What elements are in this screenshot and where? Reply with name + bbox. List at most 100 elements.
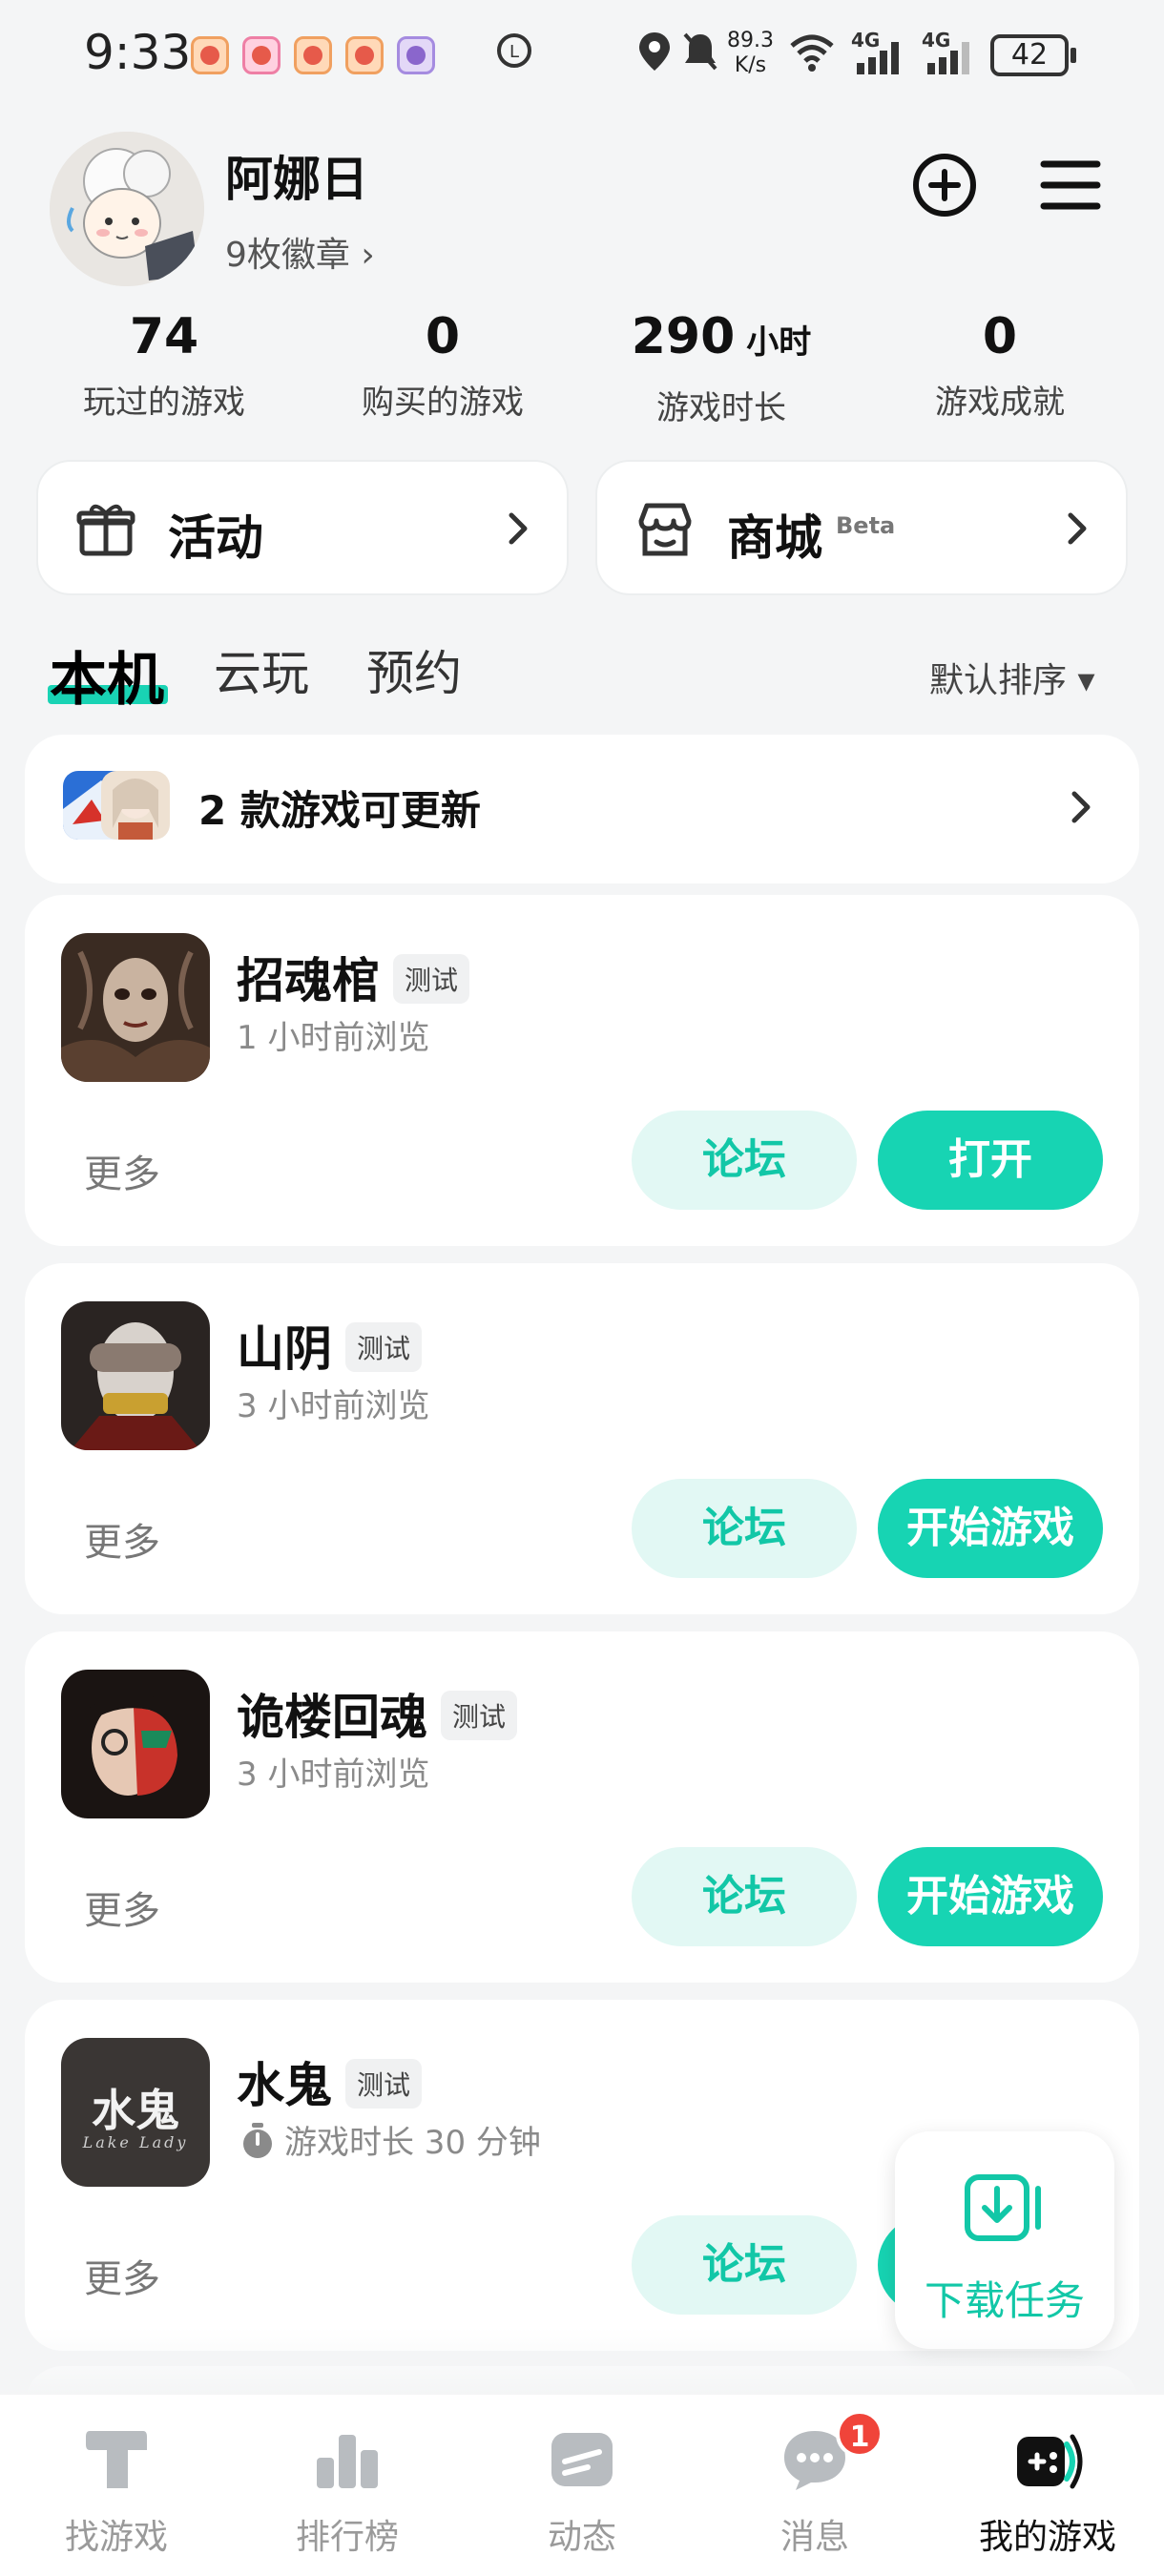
bottom-fade (0, 2328, 1164, 2395)
battery-indicator: 42 (990, 34, 1076, 76)
gamepad-icon (1017, 2434, 1083, 2489)
stat-value: 0 (982, 308, 1018, 365)
forum-button[interactable]: 论坛 (632, 2215, 857, 2315)
nav-label: 找游戏 (64, 2518, 168, 2557)
game-thumbnail[interactable] (61, 933, 210, 1082)
game-subtitle: 3 小时前浏览 (237, 1755, 430, 1794)
update-game-thumb (101, 771, 170, 840)
menu-icon[interactable] (1034, 149, 1107, 221)
store-label: 商城 (727, 510, 822, 566)
chevron-right-icon (1071, 791, 1091, 823)
gift-icon (76, 504, 135, 556)
update-banner-text: 2 款游戏可更新 (198, 787, 481, 834)
stat-label: 游戏时长 (656, 389, 786, 427)
test-tag: 测试 (441, 1691, 518, 1740)
nav-label: 消息 (779, 2518, 849, 2557)
stat-played-games[interactable]: 74 玩过的游戏 (50, 303, 279, 423)
game-subtitle: 1 小时前浏览 (237, 1019, 430, 1057)
forum-button[interactable]: 论坛 (632, 1111, 857, 1210)
game-subtitle: 游戏时长 30 分钟 (284, 2124, 541, 2162)
game-thumbnail[interactable]: 水鬼 Lake Lady (61, 2038, 210, 2187)
more-button[interactable]: 更多 (84, 2248, 160, 2303)
network-speed: 89.3 K/s (727, 29, 774, 77)
app-notification-icon (242, 36, 281, 74)
wifi-icon (790, 34, 834, 72)
nav-find-game[interactable]: 找游戏 (11, 2423, 221, 2559)
stat-label: 游戏成就 (935, 384, 1065, 422)
tab-cloud[interactable]: 云玩 (214, 635, 309, 704)
stat-play-time[interactable]: 290 小时 游戏时长 (607, 303, 836, 428)
start-game-button[interactable]: 开始游戏 (878, 1847, 1103, 1946)
location-icon (639, 32, 670, 71)
app-root: 9:33 L 89.3 K/s 4G 4G 42 阿娜日 9枚徽章 › 74 玩… (0, 0, 1164, 2576)
stat-value: 290 (631, 308, 736, 365)
nav-my-games[interactable]: 我的游戏 (943, 2423, 1153, 2559)
find-game-icon (86, 2431, 147, 2488)
game-title: 招魂棺 (237, 953, 380, 1008)
stat-achievements[interactable]: 0 游戏成就 (885, 303, 1114, 423)
sort-dropdown[interactable]: 默认排序 ▾ (929, 653, 1095, 702)
test-tag: 测试 (393, 954, 470, 1004)
beta-badge: Beta (836, 512, 896, 539)
game-card: 招魂棺 测试 1 小时前浏览 更多 论坛 打开 (25, 895, 1139, 1246)
nav-label: 动态 (547, 2518, 616, 2557)
game-thumbnail[interactable] (61, 1670, 210, 1818)
add-icon[interactable] (908, 149, 981, 221)
game-title: 水鬼 (237, 2058, 332, 2113)
events-card[interactable]: 活动 (36, 460, 569, 595)
store-card[interactable]: 商城 Beta (595, 460, 1128, 595)
open-button[interactable]: 打开 (878, 1111, 1103, 1210)
download-tasks-button[interactable]: 下载任务 (895, 2131, 1114, 2349)
test-tag: 测试 (345, 2059, 423, 2109)
message-badge: 1 (836, 2410, 883, 2458)
nav-feed[interactable]: 动态 (477, 2423, 687, 2559)
status-time: 9:33 (84, 25, 192, 80)
weibo-notification-icon (191, 36, 229, 74)
chevron-right-icon (509, 512, 528, 545)
download-icon (965, 2174, 1041, 2241)
nav-label: 我的游戏 (978, 2518, 1116, 2557)
stat-label: 购买的游戏 (362, 384, 524, 422)
badges-link[interactable]: 9枚徽章 › (225, 227, 375, 277)
music-notification-icon (397, 36, 435, 74)
store-icon (638, 503, 692, 556)
events-label: 活动 (168, 510, 263, 566)
weibo-notification-icon (294, 36, 332, 74)
stat-label: 玩过的游戏 (83, 384, 245, 422)
game-card: 诡楼回魂 测试 3 小时前浏览 更多 论坛 开始游戏 (25, 1631, 1139, 1983)
tab-reserved[interactable]: 预约 (366, 635, 462, 704)
game-card: 山阴 测试 3 小时前浏览 更多 论坛 开始游戏 (25, 1263, 1139, 1614)
stat-unit: 小时 (746, 323, 812, 362)
data-saver-icon: L (497, 33, 531, 68)
avatar[interactable] (50, 132, 204, 286)
notification-icons (191, 36, 435, 74)
update-banner[interactable]: 2 款游戏可更新 (25, 735, 1139, 883)
nav-ranking[interactable]: 排行榜 (242, 2423, 452, 2559)
game-thumbnail[interactable] (61, 1301, 210, 1450)
timer-icon (243, 2123, 272, 2158)
more-button[interactable]: 更多 (84, 1880, 160, 1935)
bottom-nav: 找游戏 排行榜 动态 消息 1 我的游戏 (0, 2395, 1164, 2576)
forum-button[interactable]: 论坛 (632, 1479, 857, 1578)
game-title: 山阴 (237, 1321, 332, 1377)
stat-purchased-games[interactable]: 0 购买的游戏 (328, 303, 557, 423)
more-button[interactable]: 更多 (84, 1511, 160, 1567)
weibo-notification-icon (345, 36, 384, 74)
svg-text:L: L (509, 42, 519, 62)
thumb-title: 水鬼 (92, 2085, 179, 2136)
signal-bars-icon (857, 42, 899, 74)
stat-value: 0 (425, 308, 461, 365)
test-tag: 测试 (345, 1322, 423, 1372)
game-title: 诡楼回魂 (237, 1690, 427, 1745)
feed-icon (551, 2433, 613, 2486)
ranking-icon (317, 2435, 378, 2488)
mute-bell-icon (683, 32, 717, 71)
forum-button[interactable]: 论坛 (632, 1847, 857, 1946)
more-button[interactable]: 更多 (84, 1143, 160, 1198)
tab-local[interactable]: 本机 (50, 634, 164, 717)
download-tasks-label: 下载任务 (924, 2277, 1085, 2324)
chevron-right-icon (1068, 512, 1087, 545)
stat-value: 74 (129, 308, 199, 365)
start-game-button[interactable]: 开始游戏 (878, 1479, 1103, 1578)
nav-messages[interactable]: 消息 1 (710, 2410, 920, 2559)
